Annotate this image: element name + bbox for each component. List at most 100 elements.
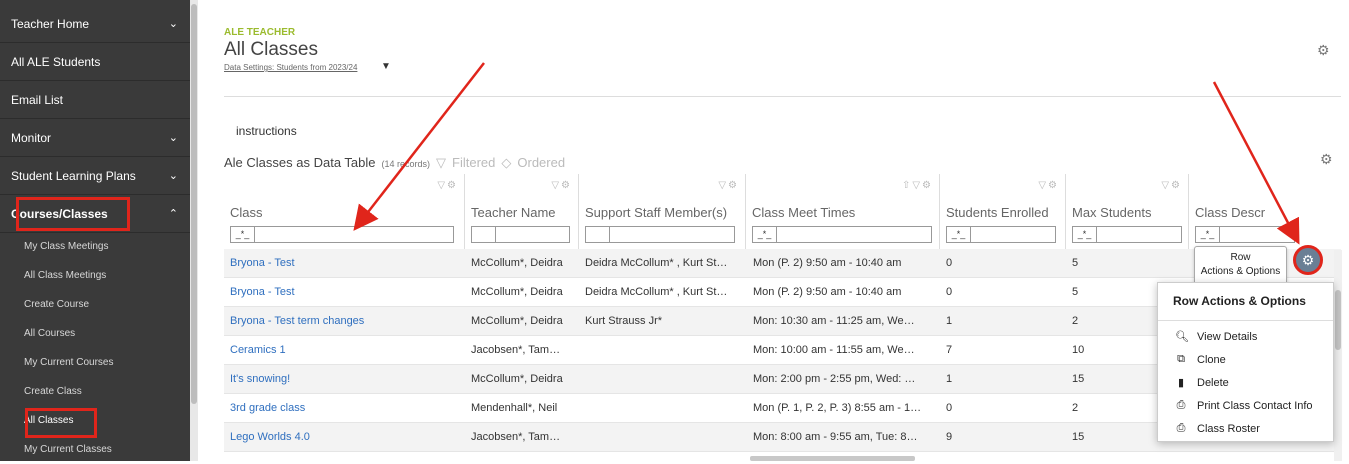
column-filter-input[interactable]	[585, 226, 735, 243]
filter-operator[interactable]: _*_	[947, 227, 971, 242]
column-header-students-enrolled[interactable]: ▽⚙ Students Enrolled _*_	[940, 174, 1066, 249]
menu-title: Row Actions & Options	[1173, 294, 1306, 308]
sidebar-subitem-my-current-classes[interactable]: My Current Classes	[0, 435, 190, 464]
filter-gear-icons[interactable]: ▽⚙	[1161, 180, 1182, 191]
sidebar-item-all-ale-students[interactable]: All ALE Students	[0, 43, 190, 81]
menu-item-label: Print Class Contact Info	[1197, 399, 1313, 412]
sidebar-subitem-my-current-courses[interactable]: My Current Courses	[0, 348, 190, 377]
sidebar-subitem-label: All Class Meetings	[24, 270, 107, 281]
filter-gear-icons[interactable]: ▽⚙	[718, 180, 739, 191]
cell-students-enrolled: 0	[946, 286, 953, 298]
menu-item-delete[interactable]: ▮ Delete	[1175, 376, 1229, 390]
cell-max-students: 5	[1072, 257, 1079, 269]
order-icon: ◇	[501, 155, 512, 170]
sidebar-item-student-learning-plans[interactable]: Student Learning Plans ⌄	[0, 157, 190, 195]
filter-gear-icons[interactable]: ▽⚙	[437, 180, 458, 191]
sidebar-scrollbar[interactable]	[190, 0, 198, 461]
row-actions-menu: Row Actions & Options 🔍︎ View Details ⧉ Cl…	[1157, 282, 1334, 442]
table-title-text: Ale Classes as Data Table	[224, 155, 376, 170]
cell-class[interactable]: Bryona - Test term changes	[230, 315, 364, 327]
sidebar-item-email-list[interactable]: Email List	[0, 81, 190, 119]
filter-gear-icons[interactable]: ▽⚙	[551, 180, 572, 191]
column-filter-input[interactable]: _*_	[1195, 226, 1295, 243]
column-header-max-students[interactable]: ▽⚙ Max Students _*_	[1066, 174, 1189, 249]
filter-gear-icons[interactable]: ▽⚙	[1038, 180, 1059, 191]
sidebar-item-label: All ALE Students	[11, 54, 101, 69]
tooltip-line: Actions & Options	[1200, 266, 1281, 277]
sidebar-item-label: Student Learning Plans	[11, 168, 136, 183]
chevron-down-icon: ⌄	[168, 170, 178, 182]
sidebar-subitem-my-class-meetings[interactable]: My Class Meetings	[0, 232, 190, 261]
cell-class[interactable]: Bryona - Test	[230, 286, 295, 298]
trash-icon: ▮	[1177, 377, 1185, 389]
filter-operator[interactable]: _*_	[1073, 227, 1097, 242]
menu-item-class-roster[interactable]: ⎙ Class Roster	[1175, 422, 1260, 435]
sidebar-item-monitor[interactable]: Monitor ⌄	[0, 119, 190, 157]
column-label: Max Students	[1072, 205, 1152, 220]
column-header-class[interactable]: ▽⚙ Class _*_	[224, 174, 465, 249]
cell-class[interactable]: Bryona - Test	[230, 257, 295, 269]
row-actions-gear-icon[interactable]: ⚙	[1293, 245, 1323, 275]
cell-teacher: Jacobsen*, Tam…	[471, 344, 561, 356]
scrollbar-thumb[interactable]	[191, 4, 197, 404]
cell-meet-times: Mon (P. 2) 9:50 am - 10:40 am	[753, 286, 902, 298]
menu-item-label: Class Roster	[1197, 422, 1260, 435]
sidebar-subitem-create-class[interactable]: Create Class	[0, 377, 190, 406]
filter-icon[interactable]: ▼	[381, 61, 391, 72]
table-row[interactable]: Bryona - Test McCollum*, Deidra Deidra McC…	[224, 249, 1341, 278]
cell-class[interactable]: Lego Worlds 4.0	[230, 431, 310, 443]
column-label: Class Meet Times	[752, 205, 856, 220]
column-label: Support Staff Member(s)	[585, 205, 728, 220]
gear-icon[interactable]: ⚙	[1320, 151, 1333, 168]
instructions-link[interactable]: instructions	[236, 124, 297, 138]
cell-class[interactable]: Ceramics 1	[230, 344, 286, 356]
column-filter-input[interactable]: _*_	[230, 226, 454, 243]
column-filter-input[interactable]: _*_	[752, 226, 932, 243]
cell-students-enrolled: 1	[946, 373, 953, 385]
filtered-label[interactable]: Filtered	[452, 155, 495, 170]
sidebar-subitem-label: All Courses	[24, 328, 76, 339]
column-filter-input[interactable]: _*_	[1072, 226, 1182, 243]
row-actions-tooltip: Row Actions & Options	[1194, 246, 1287, 286]
column-header-teacher[interactable]: ▽⚙ Teacher Name	[465, 174, 579, 249]
table-scrollbar[interactable]	[1334, 250, 1342, 461]
filter-operator[interactable]: _*_	[1196, 227, 1220, 242]
cell-max-students: 5	[1072, 286, 1079, 298]
ordered-label[interactable]: Ordered	[517, 155, 565, 170]
sidebar-item-label: Email List	[11, 92, 64, 107]
filter-operator[interactable]	[472, 227, 496, 242]
scrollbar-thumb[interactable]	[1335, 290, 1341, 350]
column-label: Students Enrolled	[946, 205, 1049, 220]
highlight-box	[16, 197, 130, 231]
filter-operator[interactable]: _*_	[231, 227, 255, 242]
print-icon: ⎙	[1176, 399, 1186, 411]
column-header-meet-times[interactable]: ⇧▽⚙ Class Meet Times _*_	[746, 174, 940, 249]
column-filter-input[interactable]	[471, 226, 570, 243]
divider	[1158, 320, 1333, 321]
cell-max-students: 10	[1072, 344, 1085, 356]
filter-operator[interactable]: _*_	[753, 227, 777, 242]
cell-class[interactable]: It's snowing!	[230, 373, 290, 385]
data-settings-link[interactable]: Data Settings: Students from 2023/24	[224, 63, 357, 72]
column-label: Class Descr	[1195, 205, 1266, 220]
column-label: Class	[230, 205, 263, 220]
menu-item-print-contact-info[interactable]: ⎙ Print Class Contact Info	[1175, 399, 1313, 412]
horizontal-scrollbar[interactable]	[750, 456, 915, 461]
sidebar-subitem-create-course[interactable]: Create Course	[0, 290, 190, 319]
column-filter-input[interactable]: _*_	[946, 226, 1056, 243]
cell-support-staff: Deidra McCollum* , Kurt St…	[585, 257, 728, 269]
menu-item-clone[interactable]: ⧉ Clone	[1175, 353, 1226, 366]
menu-item-view-details[interactable]: 🔍︎ View Details	[1175, 330, 1257, 344]
cell-class[interactable]: 3rd grade class	[230, 402, 305, 414]
sidebar-subitem-label: My Current Classes	[24, 444, 112, 455]
cell-meet-times: Mon: 10:00 am - 11:55 am, We…	[753, 344, 915, 356]
cell-max-students: 15	[1072, 373, 1085, 385]
sidebar-item-teacher-home[interactable]: Teacher Home ⌄	[0, 5, 190, 43]
sort-filter-gear-icons[interactable]: ⇧▽⚙	[902, 180, 933, 191]
sidebar-subitem-all-courses[interactable]: All Courses	[0, 319, 190, 348]
filter-operator[interactable]	[586, 227, 610, 242]
gear-icon[interactable]: ⚙	[1317, 42, 1330, 59]
sidebar-subitem-all-class-meetings[interactable]: All Class Meetings	[0, 261, 190, 290]
column-header-support-staff[interactable]: ▽⚙ Support Staff Member(s)	[579, 174, 746, 249]
column-header-class-description[interactable]: Class Descr _*_	[1189, 174, 1309, 249]
